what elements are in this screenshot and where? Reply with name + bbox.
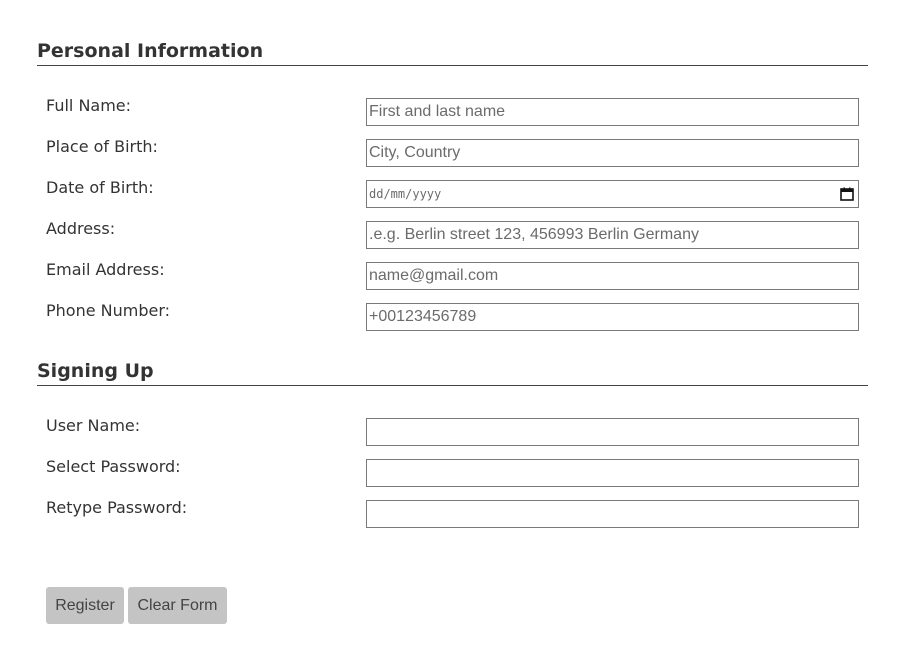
select-password-input[interactable] <box>366 459 859 487</box>
full-name-label: Full Name: <box>46 96 132 115</box>
form-row-email: Email Address: <box>46 260 859 290</box>
register-button[interactable]: Register <box>46 587 124 624</box>
date-of-birth-placeholder: dd/mm/yyyy <box>369 187 442 201</box>
email-label: Email Address: <box>46 260 165 279</box>
phone-label: Phone Number: <box>46 301 171 320</box>
place-of-birth-input[interactable] <box>366 139 859 167</box>
form-row-phone: Phone Number: <box>46 301 859 331</box>
form-row-place-of-birth: Place of Birth: <box>46 137 859 167</box>
full-name-input[interactable] <box>366 98 859 126</box>
date-of-birth-label: Date of Birth: <box>46 178 154 197</box>
user-name-input[interactable] <box>366 418 859 446</box>
address-input[interactable] <box>366 221 859 249</box>
section-title-signing-up: Signing Up <box>37 360 868 386</box>
date-of-birth-input[interactable]: dd/mm/yyyy <box>366 180 859 208</box>
phone-input[interactable] <box>366 303 859 331</box>
form-row-date-of-birth: Date of Birth: dd/mm/yyyy <box>46 178 859 208</box>
select-password-label: Select Password: <box>46 457 181 476</box>
form-row-select-password: Select Password: <box>46 457 859 487</box>
place-of-birth-label: Place of Birth: <box>46 137 158 156</box>
email-input[interactable] <box>366 262 859 290</box>
form-row-retype-password: Retype Password: <box>46 498 859 528</box>
retype-password-label: Retype Password: <box>46 498 188 517</box>
form-row-full-name: Full Name: <box>46 96 859 126</box>
form-row-user-name: User Name: <box>46 416 859 446</box>
calendar-icon[interactable] <box>840 187 854 201</box>
retype-password-input[interactable] <box>366 500 859 528</box>
user-name-label: User Name: <box>46 416 141 435</box>
form-row-address: Address: <box>46 219 859 249</box>
section-title-personal-information: Personal Information <box>37 40 868 66</box>
address-label: Address: <box>46 219 116 238</box>
clear-form-button[interactable]: Clear Form <box>128 587 227 624</box>
